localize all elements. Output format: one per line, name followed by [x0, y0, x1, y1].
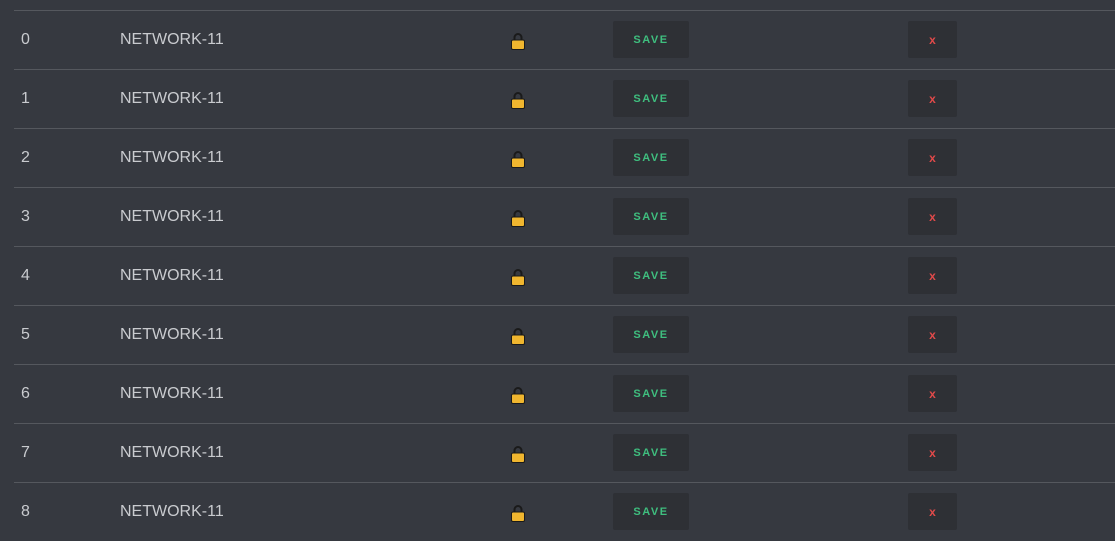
save-button[interactable]: SAVE	[613, 434, 689, 471]
save-button[interactable]: SAVE	[613, 316, 689, 353]
row-id: 1	[21, 90, 30, 107]
network-name: NETWORK-11	[120, 149, 224, 166]
network-name: NETWORK-11	[120, 385, 224, 402]
row-id: 7	[21, 444, 30, 461]
lock-icon	[511, 446, 525, 463]
table-row: 5 NETWORK-11 SAVE x	[14, 305, 1115, 364]
lock-icon	[511, 269, 525, 286]
save-button[interactable]: SAVE	[613, 139, 689, 176]
delete-button[interactable]: x	[908, 21, 957, 58]
table-row: 6 NETWORK-11 SAVE x	[14, 364, 1115, 423]
table-row: 8 NETWORK-11 SAVE x	[14, 482, 1115, 541]
delete-button[interactable]: x	[908, 316, 957, 353]
save-button[interactable]: SAVE	[613, 493, 689, 530]
network-table: 0 NETWORK-11 SAVE x 1 NETWORK-11 SAVE x …	[14, 10, 1115, 541]
network-name: NETWORK-11	[120, 503, 224, 520]
row-id: 0	[21, 31, 30, 48]
network-name: NETWORK-11	[120, 267, 224, 284]
save-button[interactable]: SAVE	[613, 257, 689, 294]
lock-icon	[511, 92, 525, 109]
network-name: NETWORK-11	[120, 90, 224, 107]
network-name: NETWORK-11	[120, 326, 224, 343]
delete-button[interactable]: x	[908, 434, 957, 471]
table-row: 0 NETWORK-11 SAVE x	[14, 10, 1115, 69]
table-row: 4 NETWORK-11 SAVE x	[14, 246, 1115, 305]
row-id: 4	[21, 267, 30, 284]
network-name: NETWORK-11	[120, 31, 224, 48]
delete-button[interactable]: x	[908, 375, 957, 412]
lock-icon	[511, 210, 525, 227]
lock-icon	[511, 505, 525, 522]
save-button[interactable]: SAVE	[613, 80, 689, 117]
row-id: 5	[21, 326, 30, 343]
lock-icon	[511, 387, 525, 404]
delete-button[interactable]: x	[908, 493, 957, 530]
lock-icon	[511, 33, 525, 50]
table-row: 2 NETWORK-11 SAVE x	[14, 128, 1115, 187]
row-id: 6	[21, 385, 30, 402]
lock-icon	[511, 328, 525, 345]
row-id: 8	[21, 503, 30, 520]
delete-button[interactable]: x	[908, 80, 957, 117]
save-button[interactable]: SAVE	[613, 21, 689, 58]
save-button[interactable]: SAVE	[613, 375, 689, 412]
table-row: 7 NETWORK-11 SAVE x	[14, 423, 1115, 482]
row-id: 2	[21, 149, 30, 166]
table-row: 1 NETWORK-11 SAVE x	[14, 69, 1115, 128]
delete-button[interactable]: x	[908, 139, 957, 176]
row-id: 3	[21, 208, 30, 225]
network-name: NETWORK-11	[120, 208, 224, 225]
delete-button[interactable]: x	[908, 198, 957, 235]
network-name: NETWORK-11	[120, 444, 224, 461]
delete-button[interactable]: x	[908, 257, 957, 294]
lock-icon	[511, 151, 525, 168]
table-row: 3 NETWORK-11 SAVE x	[14, 187, 1115, 246]
save-button[interactable]: SAVE	[613, 198, 689, 235]
